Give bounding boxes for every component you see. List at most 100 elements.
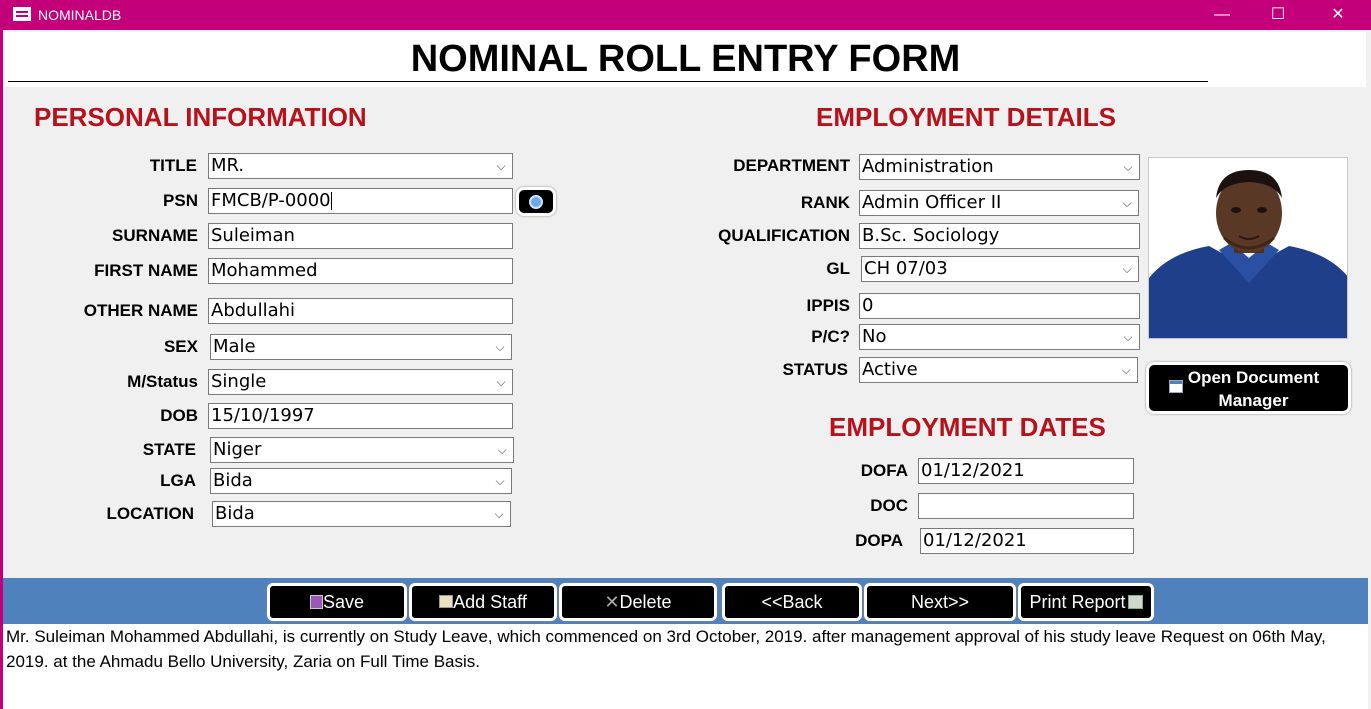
staff-photo [1148,157,1348,339]
save-icon [309,595,323,609]
dopa-label: DOPA [855,531,903,550]
remark-text[interactable]: Mr. Suleiman Mohammed Abdullahi, is curr… [3,624,1368,709]
lga-value: Bida [213,470,253,491]
status-value: Active [862,359,918,380]
window-titlebar: NOMINALDB — ☐ ✕ [0,0,1371,30]
department-label: DEPARTMENT [733,156,850,175]
close-button[interactable]: ✕ [1318,3,1358,27]
chevron-down-icon[interactable]: ⌵ [1118,192,1136,214]
psn-label: PSN [163,191,198,210]
rank-label: RANK [800,193,850,212]
gl-combo[interactable]: CH 07/03 ⌵ [861,256,1139,282]
first-name-input[interactable]: Mohammed [208,258,513,284]
ippis-label: IPPIS [806,296,850,315]
surname-label: SURNAME [112,226,198,245]
print-report-label: Print Report [1029,592,1126,612]
dopa-value: 01/12/2021 [923,530,1027,551]
text-cursor [330,192,332,210]
location-combo[interactable]: Bida ⌵ [212,501,511,527]
chevron-down-icon[interactable]: ⌵ [491,336,509,358]
dofa-input[interactable]: 01/12/2021 [918,458,1134,484]
other-name-value: Abdullahi [211,300,296,321]
state-value: Niger [213,439,262,460]
add-staff-label: Add Staff [453,592,527,612]
title-combo[interactable]: MR. ⌵ [208,153,513,179]
dopa-input[interactable]: 01/12/2021 [920,528,1134,554]
marital-status-value: Single [211,371,267,392]
sex-combo[interactable]: Male ⌵ [210,334,512,360]
status-combo[interactable]: Active ⌵ [859,357,1138,383]
psn-input[interactable]: FMCB/P-0000 [208,188,513,214]
department-combo[interactable]: Administration ⌵ [859,154,1140,180]
location-label: LOCATION [106,504,194,523]
save-label: Save [322,592,365,612]
delete-label: Delete [619,592,672,612]
chevron-down-icon[interactable]: ⌵ [492,371,510,393]
state-combo[interactable]: Niger ⌵ [210,437,514,463]
pc-combo[interactable]: No ⌵ [859,324,1140,350]
chevron-down-icon[interactable]: ⌵ [490,503,508,525]
chevron-down-icon[interactable]: ⌵ [491,470,509,492]
form-title: NOMINAL ROLL ENTRY FORM [410,38,961,80]
sex-label: SEX [163,337,198,356]
delete-icon: ✕ [604,592,620,612]
ippis-input[interactable]: 0 [859,293,1140,319]
personal-info-heading: PERSONAL INFORMATION [34,102,367,132]
chevron-down-icon[interactable]: ⌵ [1119,326,1137,348]
marital-status-label: M/Status [127,372,198,391]
surname-input[interactable]: Suleiman [208,223,513,249]
chevron-down-icon[interactable]: ⌵ [492,155,510,177]
add-staff-icon [439,595,454,608]
state-label: STATE [142,440,196,459]
pc-value: No [862,326,887,347]
maximize-button[interactable]: ☐ [1258,3,1298,27]
dob-input[interactable]: 15/10/1997 [208,403,513,429]
pc-label: P/C? [811,327,850,346]
chevron-down-icon[interactable]: ⌵ [493,439,511,461]
other-name-input[interactable]: Abdullahi [208,298,513,324]
ippis-value: 0 [862,295,874,316]
rank-value: Admin Officer II [862,192,1002,213]
department-value: Administration [862,156,994,177]
dob-label: DOB [160,406,198,425]
app-form-icon [13,7,31,21]
other-name-label: OTHER NAME [83,301,198,320]
lga-combo[interactable]: Bida ⌵ [210,468,512,494]
gl-label: GL [826,259,850,278]
first-name-label: FIRST NAME [94,261,198,280]
qualification-label: QUALIFICATION [718,226,850,245]
surname-value: Suleiman [211,225,295,246]
doc-label: DOC [870,496,908,515]
next-button[interactable]: Next>> [864,583,1016,621]
add-staff-button[interactable]: Add Staff [409,583,557,621]
search-button[interactable] [516,187,556,216]
back-label: <<Back [761,592,823,612]
magnifier-icon [529,195,543,209]
dofa-value: 01/12/2021 [921,460,1025,481]
staff-photo-image [1149,158,1347,338]
first-name-value: Mohammed [211,260,318,281]
rank-combo[interactable]: Admin Officer II ⌵ [859,190,1139,216]
next-label: Next>> [910,592,970,612]
gl-value: CH 07/03 [864,258,948,279]
print-icon [1127,595,1143,609]
chevron-down-icon[interactable]: ⌵ [1118,258,1136,280]
chevron-down-icon[interactable]: ⌵ [1119,156,1137,178]
title-label: TITLE [149,156,197,175]
print-report-button[interactable]: Print Report [1018,583,1154,621]
doc-input[interactable] [918,493,1134,519]
marital-status-combo[interactable]: Single ⌵ [208,369,513,395]
back-button[interactable]: <<Back [722,583,862,621]
save-button[interactable]: Save [267,583,407,621]
psn-value: FMCB/P-0000 [211,190,331,211]
open-document-manager-button[interactable]: Open Document Manager [1146,362,1351,414]
qualification-value: B.Sc. Sociology [862,225,1000,246]
dofa-label: DOFA [860,461,908,480]
delete-button[interactable]: ✕Delete [559,583,717,621]
qualification-input[interactable]: B.Sc. Sociology [859,223,1140,249]
employment-details-heading: EMPLOYMENT DETAILS [816,102,1116,132]
app-name: NOMINALDB [38,7,122,23]
title-underline [8,81,1208,82]
chevron-down-icon[interactable]: ⌵ [1117,359,1135,381]
minimize-button[interactable]: — [1202,3,1242,27]
